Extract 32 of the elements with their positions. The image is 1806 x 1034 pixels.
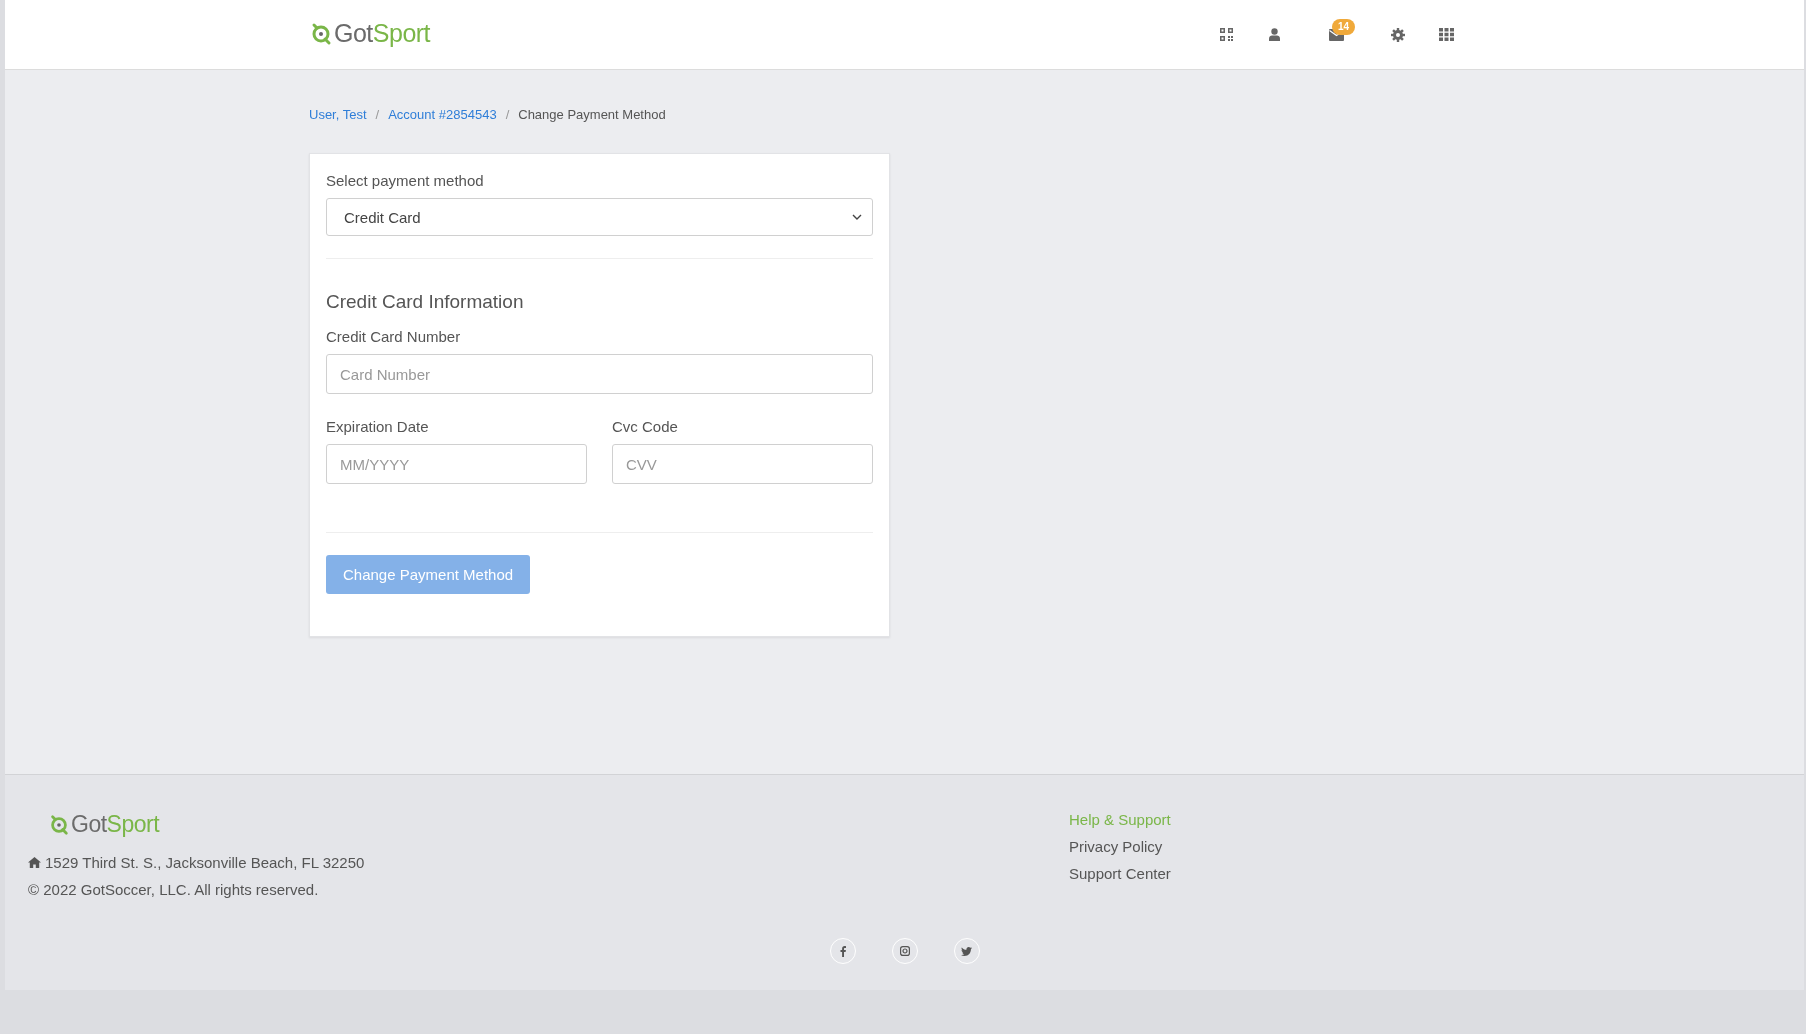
breadcrumb-separator: /: [505, 106, 510, 122]
settings-icon[interactable]: [1391, 27, 1405, 42]
user-icon[interactable]: [1268, 28, 1280, 41]
chevron-down-icon: [852, 214, 862, 220]
section-heading: Credit Card Information: [326, 291, 525, 313]
breadcrumb-link[interactable]: User, Test: [309, 106, 367, 122]
text-input-field[interactable]: MM/YYYY: [326, 444, 587, 484]
qr-code-icon[interactable]: [1219, 28, 1233, 41]
text-input-field[interactable]: Card Number: [326, 354, 873, 394]
breadcrumb-separator: /: [375, 106, 380, 122]
instagram-icon: [899, 946, 910, 956]
facebook-icon: [839, 945, 846, 957]
footer-link[interactable]: Privacy Policy: [1069, 838, 1171, 855]
payment-method-select[interactable]: Credit Card: [326, 198, 873, 236]
footer-heading-link[interactable]: Help & Support: [1069, 811, 1171, 828]
text-input-field[interactable]: CVV: [612, 444, 873, 484]
field-label: Expiration Date: [326, 418, 430, 435]
field-label: Select payment method: [326, 172, 485, 189]
breadcrumb-current: Change Payment Method: [518, 106, 666, 122]
logo-text: GotSport: [71, 811, 160, 838]
field-label: Cvc Code: [612, 418, 679, 435]
field-label: Credit Card Number: [326, 328, 462, 345]
apps-grid-icon[interactable]: [1438, 28, 1454, 41]
logo-mark-icon: [48, 813, 70, 836]
logo-text: GotSport: [334, 19, 431, 48]
house-icon: [28, 857, 41, 868]
notification-count-badge: 14: [1332, 18, 1356, 35]
footer-link[interactable]: Support Center: [1069, 865, 1171, 882]
address-text: 1529 Third St. S., Jacksonville Beach, FL 32250: [45, 854, 365, 871]
breadcrumb-link[interactable]: Account #2854543: [388, 106, 497, 122]
copyright-text: © 2022 GotSoccer, LLC. All rights reserved.: [28, 881, 319, 898]
bird-icon: [961, 946, 972, 956]
